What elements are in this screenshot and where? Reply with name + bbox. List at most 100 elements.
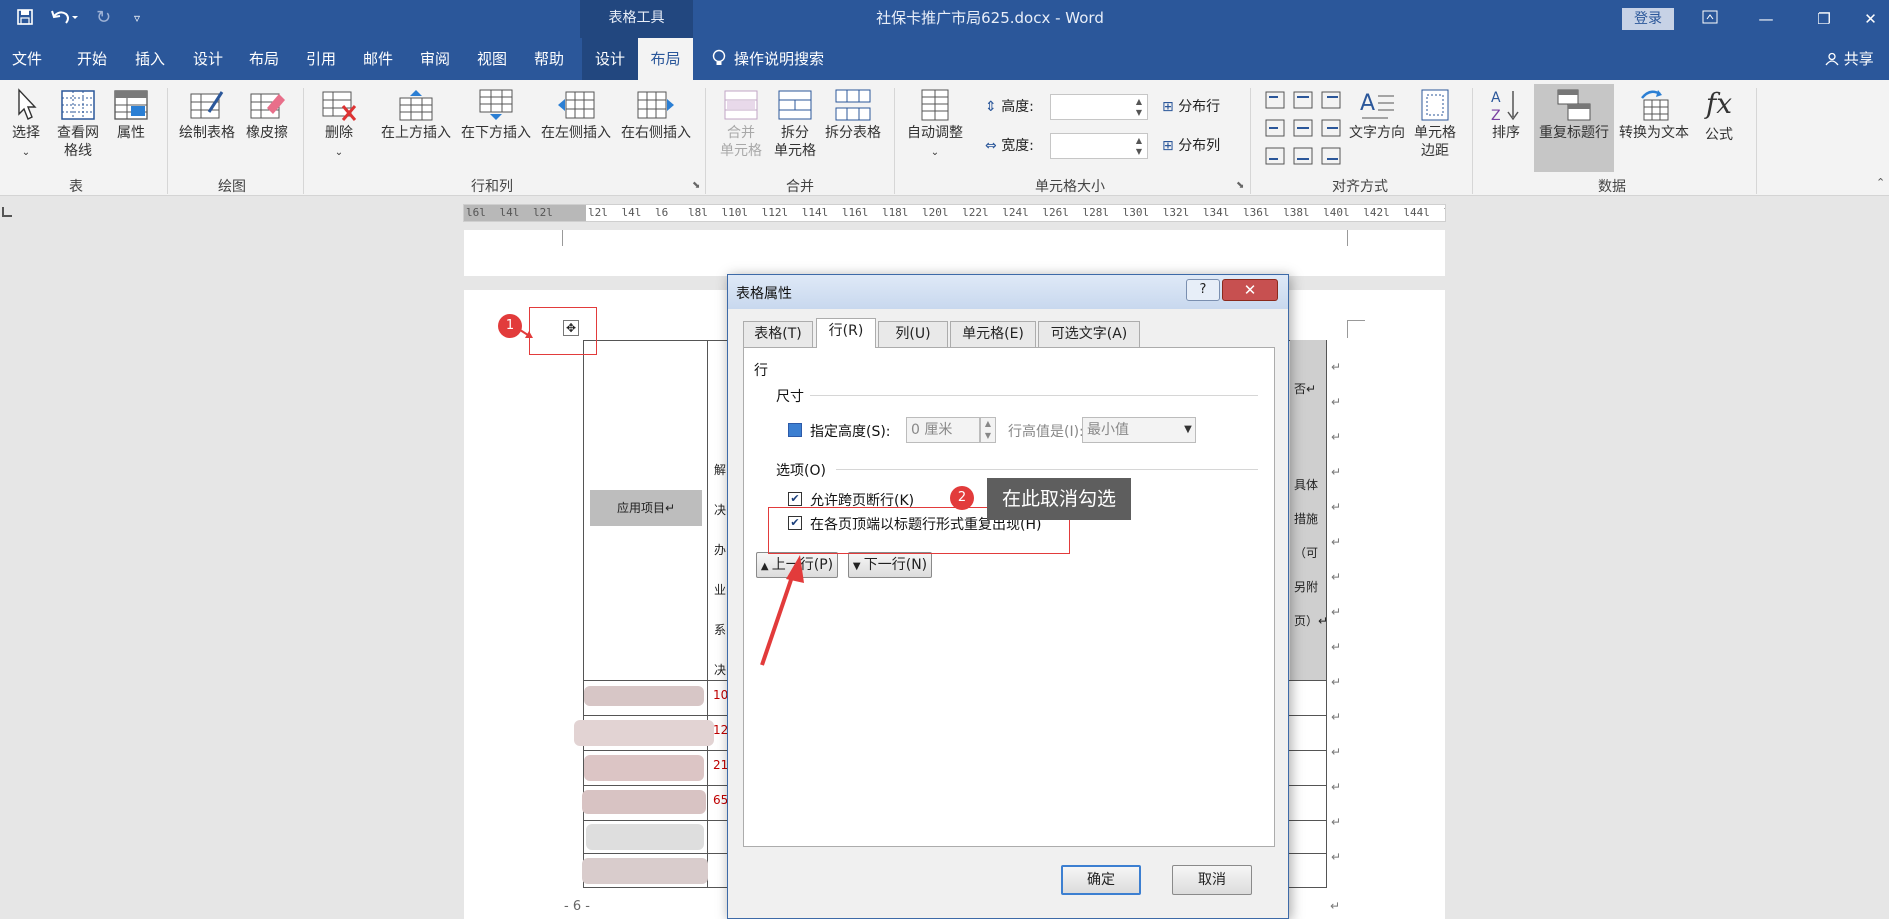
cell-size-launcher-icon[interactable]: ⬊	[1236, 180, 1244, 191]
insert-above-label: 在上方插入	[381, 125, 451, 141]
tab-table-design[interactable]: 设计	[582, 38, 638, 80]
distribute-rows-icon: ⊞	[1162, 99, 1174, 115]
row-height-mode-select[interactable]: 最小值	[1082, 417, 1196, 443]
ok-button[interactable]: 确定	[1061, 865, 1141, 895]
login-button[interactable]: 登录	[1622, 8, 1674, 30]
properties-button[interactable]: 属性	[110, 88, 152, 142]
cell-margins-label-2: 边距	[1421, 143, 1449, 159]
width-input[interactable]: ▲ ▼	[1050, 133, 1148, 159]
ruler-left-margin: l6l l4l l2l	[464, 205, 586, 221]
select-button[interactable]: 选择 ⌄	[6, 88, 46, 162]
annotation-box-move-handle	[529, 307, 597, 355]
undo-icon[interactable]	[50, 8, 78, 31]
sort-button[interactable]: AZ 排序	[1482, 88, 1530, 142]
tab-home[interactable]: 开始	[75, 38, 109, 80]
redo-icon[interactable]: ↻	[96, 8, 111, 28]
convert-to-text-button[interactable]: 转换为文本	[1616, 88, 1692, 142]
eraser-label: 橡皮擦	[246, 125, 288, 141]
tab-view[interactable]: 视图	[475, 38, 509, 80]
distribute-rows-button[interactable]: ⊞ 分布行	[1162, 96, 1220, 116]
cancel-button[interactable]: 取消	[1172, 865, 1252, 895]
close-icon[interactable]: ✕	[1222, 279, 1278, 301]
horizontal-ruler[interactable]: l6l l4l l2l l2l l4l l6 l8l l10l l12l l14l …	[463, 204, 1446, 222]
eraser-icon	[250, 93, 285, 119]
formula-button[interactable]: fx 公式	[1694, 88, 1744, 144]
ribbon: 选择 ⌄ 查看网格线 属性 表 绘制表格 橡皮擦 绘图 删除 ⌄ 在上方插入 在下方…	[0, 80, 1889, 196]
merge-cells-button[interactable]: 合并 单元格	[714, 88, 768, 160]
collapse-ribbon-icon[interactable]: ⌃	[1876, 176, 1885, 189]
specify-height-checkbox[interactable]	[788, 423, 802, 437]
text-direction-button[interactable]: A 文字方向	[1346, 88, 1408, 142]
allow-break-checkbox[interactable]: ✔	[788, 492, 802, 506]
autofit-label: 自动调整	[907, 125, 963, 141]
tab-help[interactable]: 帮助	[532, 38, 566, 80]
tab-references[interactable]: 引用	[304, 38, 338, 80]
tab-insert[interactable]: 插入	[133, 38, 167, 80]
group-label-table: 表	[69, 179, 83, 195]
insert-below-label: 在下方插入	[461, 125, 531, 141]
row-number-3: 21	[713, 758, 729, 772]
repeat-header-rows-button[interactable]: 重复标题行	[1534, 84, 1614, 172]
previous-page-bottom	[464, 230, 1445, 276]
height-spinner[interactable]: ▲ ▼	[980, 417, 996, 443]
tab-review[interactable]: 审阅	[418, 38, 452, 80]
insert-below-button[interactable]: 在下方插入	[456, 88, 536, 142]
chevron-down-icon[interactable]: ▼	[1180, 418, 1196, 442]
split-cells-label-1: 拆分	[781, 125, 809, 141]
customize-qat-icon[interactable]: ▿	[134, 8, 140, 28]
tell-me-search[interactable]: 操作说明搜索	[712, 38, 824, 80]
save-icon[interactable]	[16, 8, 34, 31]
cell-margins-label-1: 单元格	[1414, 125, 1456, 141]
split-table-button[interactable]: 拆分表格	[820, 88, 886, 142]
column-header-chars: 解决办业系决	[714, 463, 727, 677]
row-tab-panel: 行 尺寸 指定高度(S): 0 厘米 ▲ ▼ 行高值是(I): 最小值 ▼ 选项(…	[743, 347, 1275, 847]
delete-button[interactable]: 删除 ⌄	[316, 88, 362, 162]
col-width-icon: ⇔	[985, 138, 997, 154]
restore-icon[interactable]: ❐	[1796, 0, 1852, 38]
tab-selector-icon[interactable]	[2, 207, 12, 217]
height-input[interactable]: ▲ ▼	[1050, 94, 1148, 120]
repeat-header-label: 重复标题行	[1539, 125, 1609, 141]
tab-mailings[interactable]: 邮件	[361, 38, 395, 80]
dialog-tab-table[interactable]: 表格(T)	[743, 321, 813, 347]
distribute-cols-button[interactable]: ⊞ 分布列	[1162, 135, 1220, 155]
insert-above-icon	[399, 90, 433, 121]
tab-layout[interactable]: 布局	[247, 38, 281, 80]
rows-cols-launcher-icon[interactable]: ⬊	[692, 180, 700, 191]
dialog-tab-cell[interactable]: 单元格(E)	[950, 321, 1036, 347]
dialog-tab-row[interactable]: 行(R)	[816, 318, 876, 348]
group-label-draw: 绘图	[218, 179, 246, 195]
eraser-button[interactable]: 橡皮擦	[242, 88, 292, 142]
ribbon-display-options-icon[interactable]	[1682, 0, 1738, 38]
dialog-titlebar[interactable]: 表格属性 ? ✕	[728, 275, 1288, 309]
tab-file[interactable]: 文件	[10, 38, 44, 80]
height-value-input[interactable]: 0 厘米	[906, 417, 980, 443]
height-label: 高度:	[1001, 99, 1034, 115]
cell-margins-button[interactable]: 单元格 边距	[1410, 88, 1460, 160]
width-field: ⇔ 宽度:	[985, 135, 1034, 155]
group-label-merge: 合并	[786, 179, 814, 195]
help-icon[interactable]: ?	[1186, 279, 1220, 301]
next-row-button[interactable]: ▼ 下一行(N)	[848, 552, 932, 578]
text-direction-label: 文字方向	[1349, 125, 1405, 141]
draw-table-label: 绘制表格	[179, 125, 235, 141]
minimize-icon[interactable]: —	[1738, 0, 1794, 38]
split-table-label: 拆分表格	[825, 125, 881, 141]
dialog-tab-column[interactable]: 列(U)	[878, 321, 948, 347]
split-cells-button[interactable]: 拆分 单元格	[770, 88, 820, 160]
autofit-button[interactable]: 自动调整 ⌄	[902, 88, 968, 162]
alignment-icons	[1265, 91, 1341, 165]
close-window-icon[interactable]: ✕	[1852, 0, 1889, 38]
insert-above-button[interactable]: 在上方插入	[376, 88, 456, 142]
sort-az-icon: AZ	[1491, 90, 1519, 122]
insert-right-button[interactable]: 在右侧插入	[616, 88, 696, 142]
tab-design[interactable]: 设计	[191, 38, 225, 80]
insert-left-button[interactable]: 在左侧插入	[536, 88, 616, 142]
view-gridlines-button[interactable]: 查看网格线	[50, 88, 106, 160]
tab-table-layout[interactable]: 布局	[638, 38, 693, 80]
draw-table-button[interactable]: 绘制表格	[176, 88, 238, 142]
dialog-tab-alt-text[interactable]: 可选文字(A)	[1038, 321, 1140, 347]
share-button[interactable]: 共享	[1825, 38, 1874, 80]
width-label: 宽度:	[1001, 138, 1034, 154]
repeat-header-icon	[1557, 89, 1591, 121]
